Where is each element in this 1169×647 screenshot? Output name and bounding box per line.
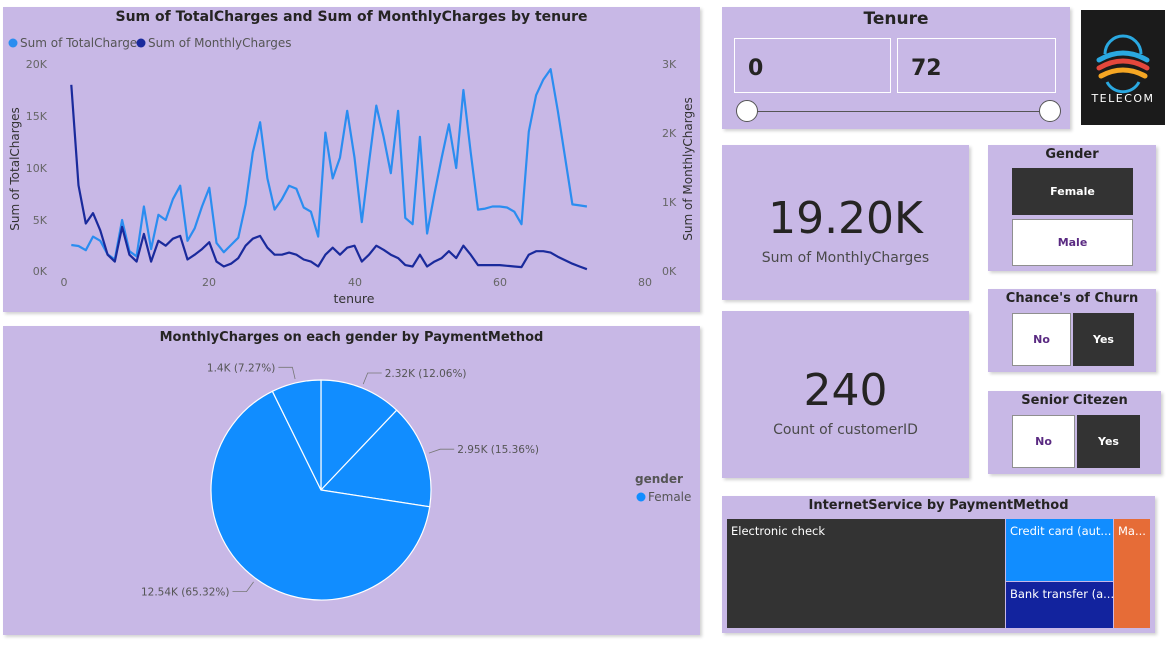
- y-left-tick: 0K: [33, 265, 48, 278]
- treemap-tile-bank-transfer[interactable]: Bank transfer (a...: [1006, 582, 1113, 628]
- tenure-slider-min-handle[interactable]: [736, 100, 758, 122]
- telecom-logo-text: TELECOM: [1091, 92, 1155, 105]
- pie-legend-title: gender: [635, 472, 683, 486]
- legend-marker-totalcharges: [8, 38, 18, 48]
- senior-slicer: Senior Citezen No Yes: [988, 391, 1161, 474]
- line-chart[interactable]: Sum of TotalCharges Sum of MonthlyCharge…: [3, 7, 700, 312]
- series-line-totalcharges[interactable]: [71, 68, 588, 261]
- pie-leader-line: [278, 366, 296, 380]
- pie-chart-card: MonthlyCharges on each gender by Payment…: [3, 326, 700, 635]
- gender-slicer: Gender Female Male: [988, 145, 1156, 271]
- gender-option-female[interactable]: Female: [1012, 168, 1133, 215]
- x-tick: 0: [61, 276, 68, 289]
- churn-option-yes[interactable]: Yes: [1073, 313, 1134, 366]
- churn-slicer-title: Chance's of Churn: [1005, 291, 1139, 306]
- senior-option-no[interactable]: No: [1012, 415, 1075, 468]
- senior-option-yes[interactable]: Yes: [1077, 415, 1140, 468]
- y-right-tick: 0K: [662, 265, 677, 278]
- kpi-monthlycharges-value: 19.20K: [768, 193, 923, 244]
- tenure-slicer: Tenure 0 72: [722, 7, 1070, 129]
- tenure-slider-max-handle[interactable]: [1039, 100, 1061, 122]
- kpi-count-value: 240: [803, 365, 888, 416]
- y-right-tick: 3K: [662, 58, 677, 71]
- pie-leader-line: [428, 448, 455, 454]
- line-legend[interactable]: Sum of TotalCharges Sum of MonthlyCharge…: [8, 36, 292, 50]
- line-chart-card: Sum of TotalCharges and Sum of MonthlyCh…: [3, 7, 700, 312]
- legend-label-monthlycharges: Sum of MonthlyCharges: [148, 36, 291, 50]
- y-right-axis-label: Sum of MonthlyCharges: [681, 97, 695, 240]
- tenure-slicer-title: Tenure: [863, 9, 929, 29]
- x-tick: 40: [348, 276, 362, 289]
- x-tick: 20: [202, 276, 216, 289]
- tenure-max-input[interactable]: 72: [897, 38, 1056, 93]
- y-left-tick: 15K: [26, 110, 48, 123]
- y-left-tick: 20K: [26, 58, 48, 71]
- pie-leader-line: [362, 372, 382, 385]
- x-tick: 60: [493, 276, 507, 289]
- y-right-tick: 2K: [662, 127, 677, 140]
- churn-slicer: Chance's of Churn No Yes: [988, 289, 1156, 372]
- pie-chart[interactable]: 2.32K (12.06%) 2.95K (15.36%) 12.54K (65.3…: [3, 326, 700, 635]
- treemap-tile-electronic-check[interactable]: Electronic check: [727, 519, 1005, 628]
- kpi-monthlycharges-label: Sum of MonthlyCharges: [761, 250, 930, 266]
- tenure-slider-track[interactable]: [748, 111, 1050, 112]
- pie-data-label: 2.95K (15.36%): [457, 444, 539, 456]
- kpi-monthlycharges-card: 19.20K Sum of MonthlyCharges: [722, 145, 969, 300]
- senior-slicer-title: Senior Citezen: [1021, 393, 1128, 408]
- legend-label-totalcharges: Sum of TotalCharges: [20, 36, 143, 50]
- treemap-tile-mailed-check[interactable]: Ma...: [1114, 519, 1150, 628]
- churn-option-no[interactable]: No: [1012, 313, 1071, 366]
- x-axis-label: tenure: [334, 291, 375, 306]
- telecom-logo: TELECOM: [1081, 10, 1165, 125]
- x-tick: 80: [638, 276, 652, 289]
- y-left-ticks: 20K 15K 10K 5K 0K: [26, 58, 48, 278]
- series-line-monthlycharges[interactable]: [70, 84, 588, 271]
- kpi-count-label: Count of customerID: [773, 422, 918, 438]
- gender-option-male[interactable]: Male: [1012, 219, 1133, 266]
- x-ticks: 0 20 40 60 80: [61, 276, 653, 289]
- treemap-card: InternetService by PaymentMethod Electro…: [722, 496, 1155, 633]
- kpi-count-card: 240 Count of customerID: [722, 311, 969, 478]
- tenure-min-input[interactable]: 0: [734, 38, 891, 93]
- pie-data-label: 1.4K (7.27%): [207, 362, 275, 374]
- treemap-title: InternetService by PaymentMethod: [808, 498, 1069, 513]
- gender-slicer-title: Gender: [1045, 147, 1099, 162]
- telecom-logo-icon: [1096, 34, 1150, 94]
- pie-legend-marker: [636, 492, 646, 502]
- legend-marker-monthlycharges: [136, 38, 146, 48]
- y-right-tick: 1K: [662, 196, 677, 209]
- y-left-axis-label: Sum of TotalCharges: [8, 107, 22, 230]
- pie-data-label: 2.32K (12.06%): [385, 368, 467, 380]
- treemap-tile-credit-card[interactable]: Credit card (aut...: [1006, 519, 1113, 581]
- y-left-tick: 5K: [33, 214, 48, 227]
- pie-legend-label[interactable]: Female: [648, 490, 691, 504]
- y-left-tick: 10K: [26, 162, 48, 175]
- pie-data-label: 12.54K (65.32%): [141, 587, 230, 599]
- pie-leader-line: [232, 581, 254, 593]
- y-right-ticks: 3K 2K 1K 0K: [662, 58, 677, 278]
